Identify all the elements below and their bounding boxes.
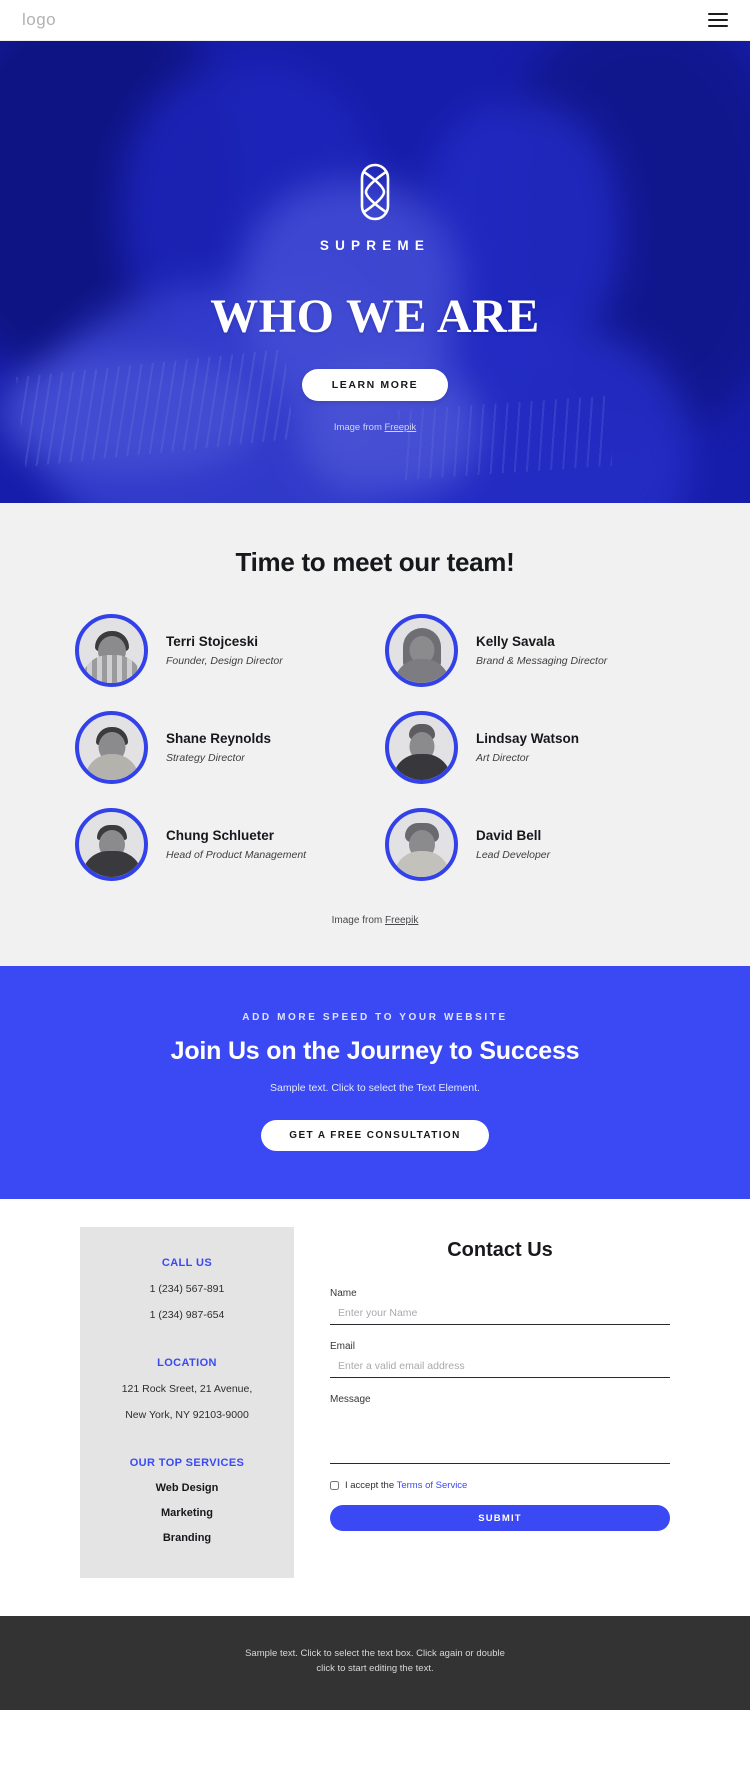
team-member-name: David Bell bbox=[476, 828, 542, 843]
service-item-branding[interactable]: Branding bbox=[94, 1532, 280, 1544]
contact-form-title: Contact Us bbox=[447, 1239, 553, 1261]
site-header: logo bbox=[0, 0, 750, 41]
contact-form: Contact Us Name Email Message I accept t… bbox=[330, 1227, 670, 1531]
hamburger-bar bbox=[708, 13, 728, 15]
team-member-card[interactable]: Chung Schlueter Head of Product Manageme… bbox=[65, 808, 375, 881]
email-input[interactable] bbox=[330, 1357, 670, 1378]
hamburger-menu-icon[interactable] bbox=[708, 13, 728, 27]
team-member-name: Kelly Savala bbox=[476, 634, 555, 649]
name-field-group: Name bbox=[330, 1288, 670, 1325]
team-grid: Terri Stojceski Founder, Design Director… bbox=[65, 614, 685, 881]
terms-text: I accept the Terms of Service bbox=[345, 1480, 467, 1491]
team-member-role: Brand & Messaging Director bbox=[476, 655, 608, 667]
team-credit-link[interactable]: Freepik bbox=[385, 915, 418, 926]
services-block: OUR TOP SERVICES Web Design Marketing Br… bbox=[94, 1457, 280, 1544]
avatar bbox=[385, 808, 458, 881]
team-member-name: Shane Reynolds bbox=[166, 731, 272, 746]
team-member-role: Lead Developer bbox=[476, 849, 551, 861]
call-us-heading: CALL US bbox=[161, 1257, 213, 1269]
team-credit-prefix: Image from bbox=[331, 915, 385, 926]
hero-image-credit: Image from Freepik bbox=[0, 422, 750, 433]
footer-text-line-2: click to start editing the text. bbox=[316, 1663, 434, 1675]
cta-eyebrow: ADD MORE SPEED TO YOUR WEBSITE bbox=[242, 1012, 508, 1023]
phone-number-2[interactable]: 1 (234) 987-654 bbox=[94, 1309, 280, 1321]
team-member-role: Art Director bbox=[476, 752, 530, 764]
location-heading: LOCATION bbox=[157, 1357, 217, 1369]
name-input[interactable] bbox=[330, 1304, 670, 1325]
terms-row: I accept the Terms of Service bbox=[330, 1480, 670, 1491]
email-label: Email bbox=[330, 1341, 356, 1352]
contact-info-panel: CALL US 1 (234) 567-891 1 (234) 987-654 … bbox=[80, 1227, 294, 1578]
call-us-block: CALL US 1 (234) 567-891 1 (234) 987-654 bbox=[94, 1257, 280, 1321]
team-member-card[interactable]: Lindsay Watson Art Director bbox=[375, 711, 685, 784]
team-member-name: Chung Schlueter bbox=[166, 828, 275, 843]
team-member-name: Terri Stojceski bbox=[166, 634, 259, 649]
team-image-credit: Image from Freepik bbox=[0, 915, 750, 926]
site-footer: Sample text. Click to select the text bo… bbox=[0, 1616, 750, 1711]
supreme-interlocking-s-logo bbox=[353, 163, 397, 226]
team-member-role: Founder, Design Director bbox=[166, 655, 283, 667]
address-line-1: 121 Rock Sreet, 21 Avenue, bbox=[121, 1383, 253, 1395]
address-line-2: New York, NY 92103-9000 bbox=[125, 1409, 249, 1421]
hero-section: SUPREME WHO WE ARE LEARN MORE Image from… bbox=[0, 41, 750, 503]
site-logo[interactable]: logo bbox=[22, 10, 56, 30]
services-heading: OUR TOP SERVICES bbox=[129, 1457, 245, 1469]
service-item-web-design[interactable]: Web Design bbox=[94, 1482, 280, 1494]
team-section: Time to meet our team! Terri Stojceski F… bbox=[0, 503, 750, 966]
message-label: Message bbox=[330, 1394, 371, 1405]
brand-name: SUPREME bbox=[319, 238, 431, 253]
hero-credit-link[interactable]: Freepik bbox=[385, 422, 417, 433]
team-member-role: Head of Product Management bbox=[166, 849, 307, 861]
hero-title: WHO WE ARE bbox=[210, 290, 540, 343]
contact-section: CALL US 1 (234) 567-891 1 (234) 987-654 … bbox=[0, 1199, 750, 1616]
terms-prefix: I accept the bbox=[345, 1480, 397, 1491]
team-member-card[interactable]: Shane Reynolds Strategy Director bbox=[65, 711, 375, 784]
team-member-card[interactable]: Terri Stojceski Founder, Design Director bbox=[65, 614, 375, 687]
email-field-group: Email bbox=[330, 1341, 670, 1378]
message-field-group: Message bbox=[330, 1394, 670, 1464]
learn-more-button[interactable]: LEARN MORE bbox=[301, 369, 449, 401]
get-a-free-consultation-button[interactable]: GET A FREE CONSULTATION bbox=[261, 1120, 489, 1151]
avatar bbox=[75, 711, 148, 784]
avatar bbox=[385, 711, 458, 784]
hamburger-bar bbox=[708, 25, 728, 27]
hero-credit-prefix: Image from bbox=[333, 422, 385, 433]
avatar bbox=[75, 614, 148, 687]
landing-page: logo SUPREME WHO WE ARE LEARN MORE Image… bbox=[0, 0, 750, 1711]
location-block: LOCATION 121 Rock Sreet, 21 Avenue, New … bbox=[94, 1357, 280, 1421]
footer-text-line-1: Sample text. Click to select the text bo… bbox=[245, 1648, 505, 1659]
team-member-name: Lindsay Watson bbox=[476, 731, 580, 746]
cta-title: Join Us on the Journey to Success bbox=[170, 1037, 580, 1065]
team-section-title: Time to meet our team! bbox=[235, 547, 515, 577]
avatar bbox=[75, 808, 148, 881]
team-member-role: Strategy Director bbox=[166, 752, 245, 764]
service-item-marketing[interactable]: Marketing bbox=[94, 1507, 280, 1519]
name-label: Name bbox=[330, 1288, 357, 1299]
team-member-card[interactable]: David Bell Lead Developer bbox=[375, 808, 685, 881]
phone-number-1[interactable]: 1 (234) 567-891 bbox=[94, 1283, 280, 1295]
team-member-card[interactable]: Kelly Savala Brand & Messaging Director bbox=[375, 614, 685, 687]
submit-button[interactable]: SUBMIT bbox=[330, 1505, 670, 1531]
cta-subtext: Sample text. Click to select the Text El… bbox=[270, 1082, 480, 1094]
terms-of-service-link[interactable]: Terms of Service bbox=[397, 1480, 468, 1491]
accept-terms-checkbox[interactable] bbox=[330, 1481, 339, 1490]
avatar bbox=[385, 614, 458, 687]
cta-section: ADD MORE SPEED TO YOUR WEBSITE Join Us o… bbox=[0, 966, 750, 1199]
hamburger-bar bbox=[708, 19, 728, 21]
message-textarea[interactable] bbox=[330, 1410, 670, 1464]
